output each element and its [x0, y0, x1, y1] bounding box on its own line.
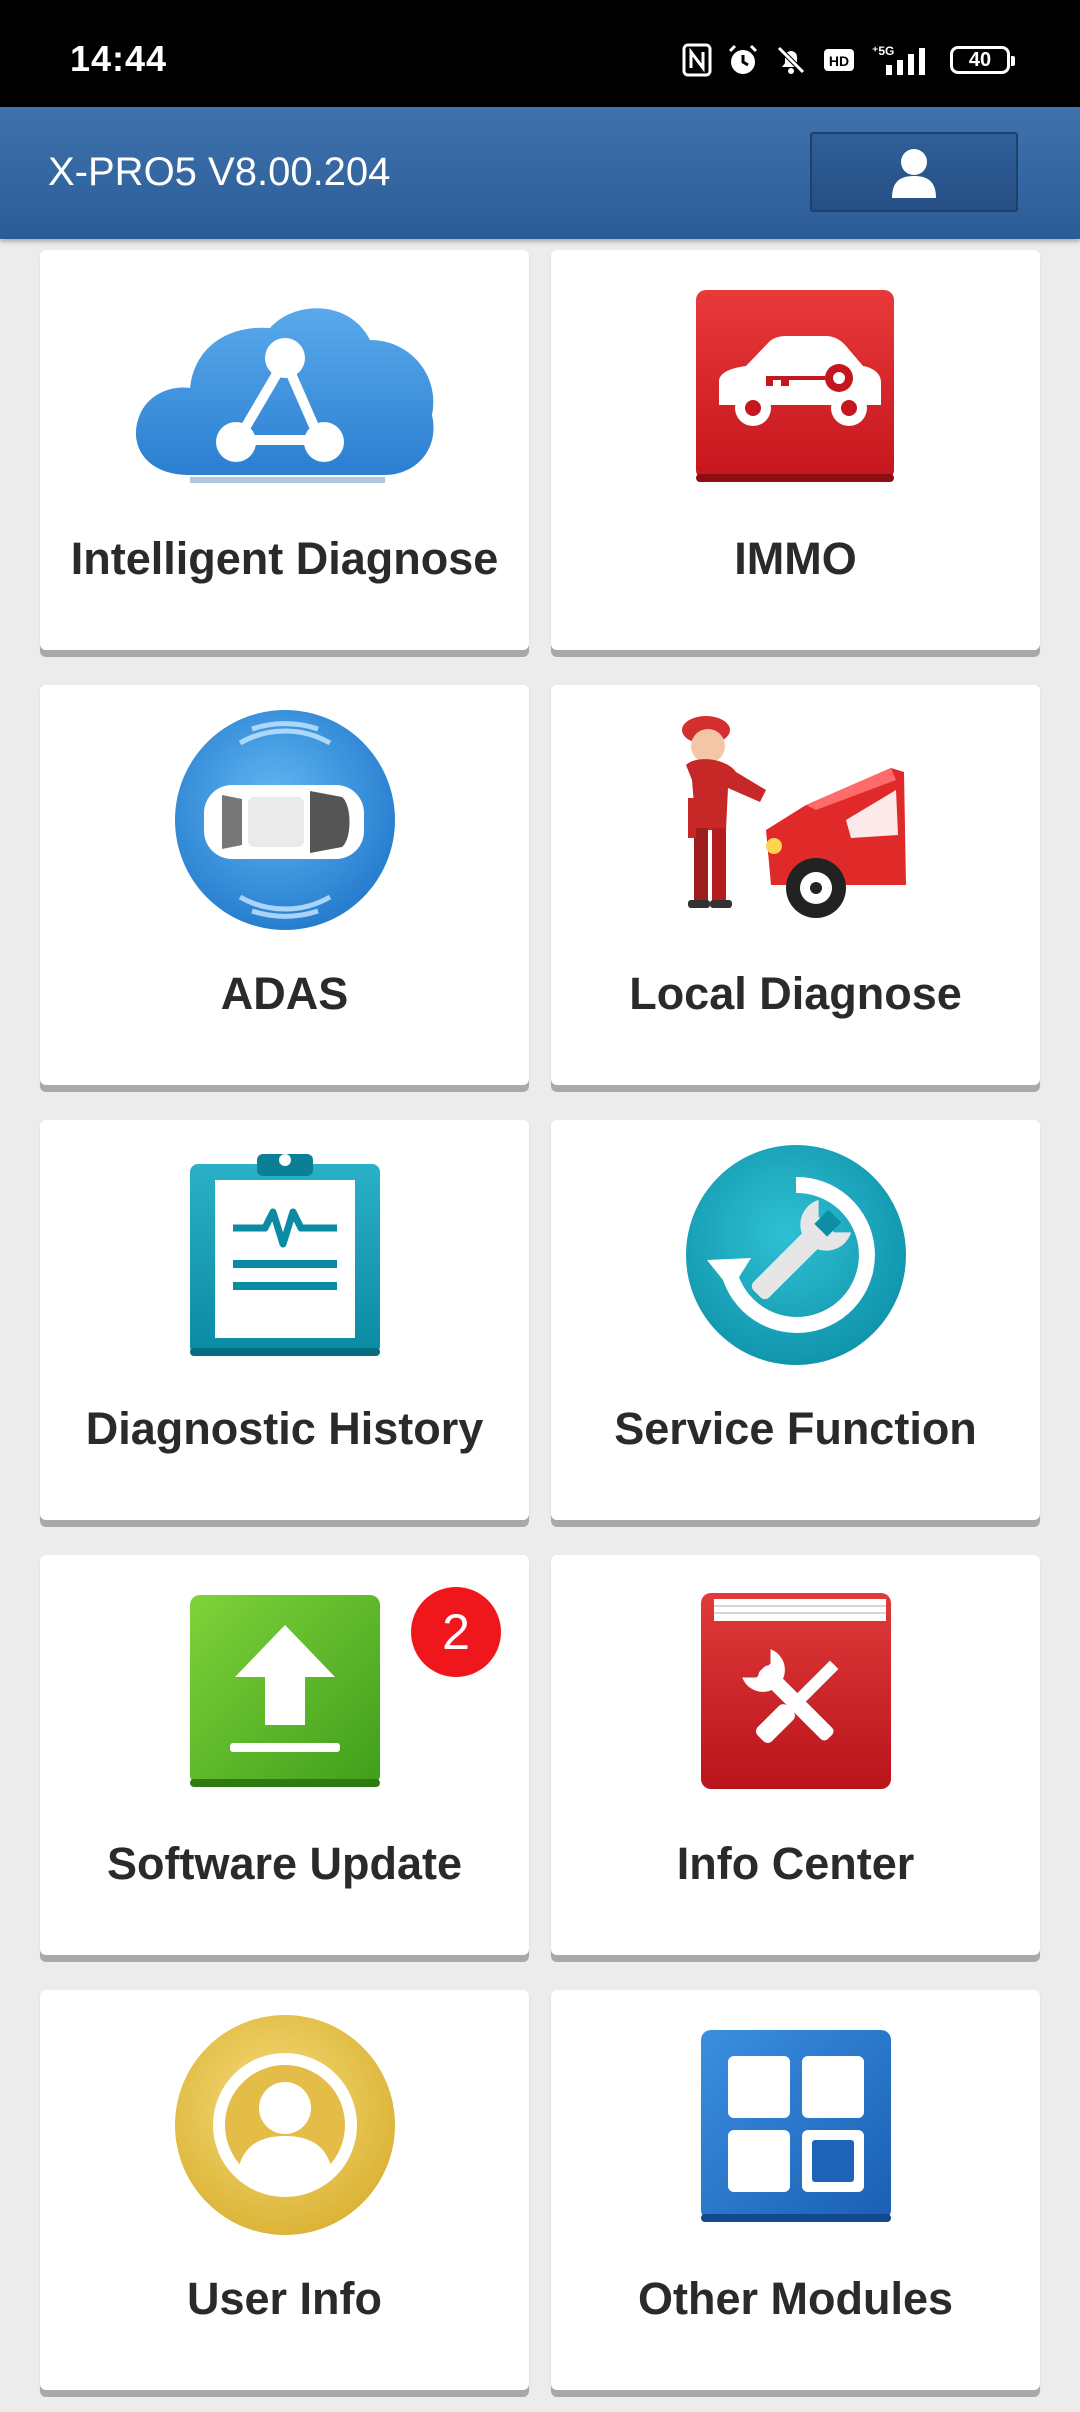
cloud-network-icon: [135, 308, 434, 483]
tile-software-update[interactable]: 2 Software Update: [40, 1555, 529, 1955]
clipboard-icon: [189, 1154, 380, 1356]
tile-immo[interactable]: IMMO: [551, 250, 1040, 650]
tools-book-icon: [700, 1593, 891, 1789]
tile-label: Service Function: [614, 1403, 977, 1454]
tile-user-info[interactable]: User Info: [40, 1990, 529, 2390]
tile-info-center[interactable]: Info Center: [551, 1555, 1040, 1955]
tile-label: IMMO: [734, 533, 857, 584]
tile-label: User Info: [186, 2273, 383, 2324]
tile-diagnostic-history[interactable]: Diagnostic History: [40, 1120, 529, 1520]
tile-label: ADAS: [220, 968, 349, 1019]
tile-local-diagnose[interactable]: Local Diagnose: [551, 685, 1040, 1085]
module-grid: Intelligent Diagnose IMMO ADAS Local Dia…: [0, 0, 1080, 2412]
tile-label: Intelligent Diagnose: [70, 533, 499, 584]
mechanic-icon: [681, 716, 906, 918]
upload-icon: [189, 1595, 380, 1787]
user-circle-icon: [174, 2015, 395, 2235]
tile-other-modules[interactable]: Other Modules: [551, 1990, 1040, 2390]
modules-grid-icon: [700, 2030, 891, 2222]
wrench-refresh-icon: [685, 1145, 906, 1365]
tile-label: Local Diagnose: [629, 968, 962, 1019]
update-count-badge: 2: [411, 1587, 501, 1677]
tile-label: Other Modules: [637, 2273, 954, 2324]
adas-car-icon: [174, 710, 395, 930]
tile-intelligent-diagnose[interactable]: Intelligent Diagnose: [40, 250, 529, 650]
car-key-icon: [695, 290, 894, 482]
tile-label: Diagnostic History: [85, 1403, 484, 1454]
tile-label: Software Update: [106, 1838, 463, 1889]
tile-adas[interactable]: ADAS: [40, 685, 529, 1085]
tile-label: Info Center: [676, 1838, 915, 1889]
tile-service-function[interactable]: Service Function: [551, 1120, 1040, 1520]
